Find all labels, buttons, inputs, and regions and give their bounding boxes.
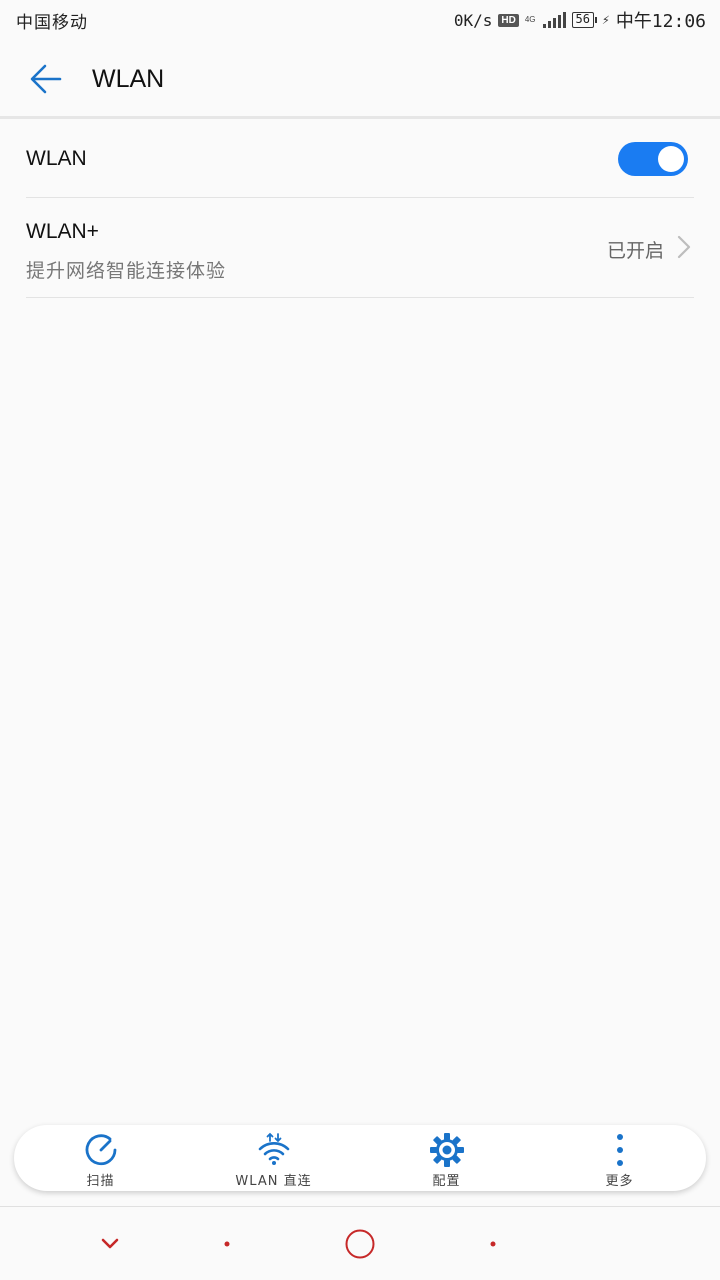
battery-level: 56 [575,12,590,26]
back-button[interactable] [0,40,92,118]
more-vertical-icon [616,1133,623,1166]
chevron-down-icon [101,1238,119,1248]
arrow-left-icon [30,64,62,94]
app-header: WLAN [0,40,720,118]
status-bar: 中国移动 0K/s HD 4G 56 ⚡ 中午12:06 [0,0,720,40]
nav-dot-right[interactable] [476,1207,510,1280]
dot-icon [224,1241,230,1246]
nav-back-button[interactable] [90,1207,130,1280]
network-speed: 0K/s [453,10,493,30]
wlan-plus-status: 已开启 [606,240,664,262]
switch-knob [658,145,684,172]
navigation-bar [0,1207,720,1280]
header-divider [0,116,720,119]
wlan-plus-label: WLAN+ [26,220,99,243]
config-label: 配置 [432,1173,461,1189]
dot-icon [490,1241,496,1246]
wlan-direct-label: WLAN 直连 [235,1173,312,1189]
page-title: WLAN [92,64,165,93]
signal-icon [542,12,566,28]
home-circle-icon [345,1229,375,1258]
battery-icon: 56 [571,12,598,28]
wlan-toggle-row[interactable]: WLAN [26,120,694,198]
chevron-right-icon [677,235,691,259]
network-type: 4G [524,15,536,24]
config-button[interactable]: 配置 [360,1125,533,1191]
scan-label: 扫描 [86,1173,115,1189]
more-button[interactable]: 更多 [533,1125,706,1191]
nav-dot-left[interactable] [210,1207,244,1280]
carrier-name: 中国移动 [16,12,88,33]
hd-badge: HD [498,13,519,27]
bottom-action-bar: 扫描 WLAN 直连 配置 更多 [14,1125,706,1191]
wlan-switch[interactable] [618,141,688,176]
status-indicators: 0K/s HD 4G 56 ⚡ 中午12:06 [454,7,706,33]
wlan-direct-button[interactable]: WLAN 直连 [187,1125,360,1191]
wlan-plus-row[interactable]: WLAN+ 提升网络智能连接体验 已开启 [26,198,694,298]
wifi-direct-icon [258,1132,289,1165]
wlan-plus-subtitle: 提升网络智能连接体验 [26,260,227,282]
scan-icon [85,1133,116,1165]
nav-home-button[interactable] [340,1207,380,1280]
gear-icon [429,1132,464,1167]
wlan-label: WLAN [26,146,87,170]
clock: 中午12:06 [615,11,706,32]
charging-icon: ⚡ [601,12,610,28]
scan-button[interactable]: 扫描 [14,1125,187,1191]
more-label: 更多 [605,1173,634,1189]
